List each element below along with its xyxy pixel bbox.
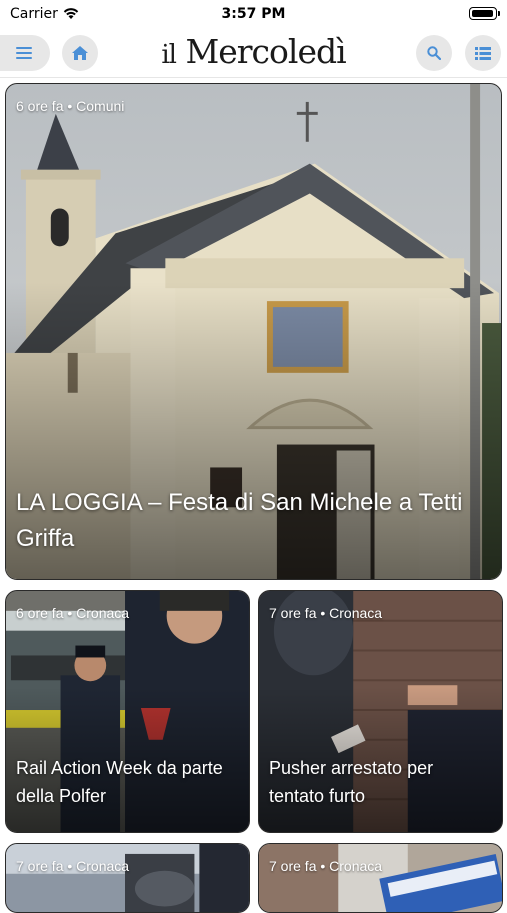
article-photo: [6, 844, 249, 912]
clock: 3:57 PM: [221, 6, 286, 22]
logo-title: Mercoledì: [185, 32, 346, 71]
article-meta: 7 ore fa • Cronaca: [16, 858, 130, 874]
article-title: Rail Action Week da parte della Polfer: [16, 758, 223, 806]
list-icon: [475, 46, 491, 60]
app-header: il Mercoledì: [0, 28, 507, 78]
status-bar: Carrier 3:57 PM: [0, 0, 507, 28]
article-card[interactable]: 7 ore fa • Cronaca: [258, 843, 503, 913]
logo-prefix: il: [161, 40, 177, 70]
search-icon: [427, 46, 441, 60]
article-meta: 7 ore fa • Cronaca: [269, 605, 383, 621]
article-title: LA LOGGIA – Festa di San Michele a Tetti…: [16, 489, 463, 552]
article-meta: 6 ore fa • Cronaca: [16, 605, 130, 621]
article-meta: 7 ore fa • Cronaca: [269, 858, 383, 874]
article-card[interactable]: 7 ore fa • Cronaca Pusher arrestato per …: [258, 590, 503, 833]
article-card[interactable]: 7 ore fa • Cronaca: [5, 843, 250, 913]
article-title: Pusher arrestato per tentato furto: [269, 758, 434, 806]
article-photo: [259, 844, 502, 912]
search-button[interactable]: [416, 35, 452, 71]
article-meta: 6 ore fa • Comuni: [16, 98, 125, 114]
article-card-featured[interactable]: 6 ore fa • Comuni LA LOGGIA – Festa di S…: [5, 83, 502, 580]
list-button[interactable]: [465, 35, 501, 71]
article-card[interactable]: 6 ore fa • Cronaca Rail Action Week da p…: [5, 590, 250, 833]
battery-icon: [469, 7, 500, 20]
